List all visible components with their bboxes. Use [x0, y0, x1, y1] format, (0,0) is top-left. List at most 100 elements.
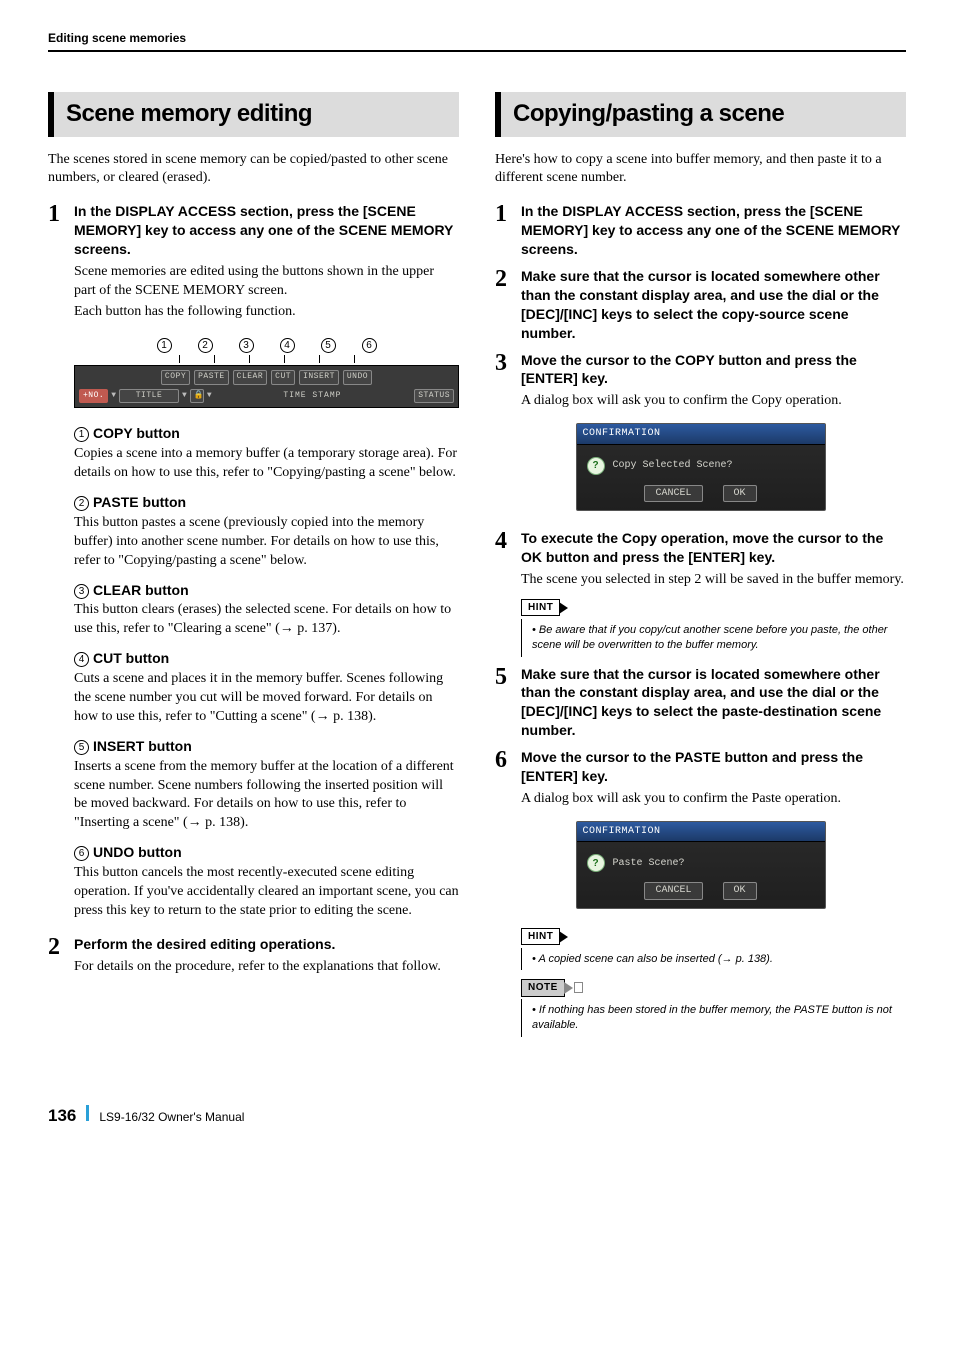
dialog-title: CONFIRMATION — [577, 822, 825, 843]
right-step-2: 2 Make sure that the cursor is located s… — [495, 267, 906, 343]
header-title: Editing scene memories — [48, 31, 186, 45]
step-number: 1 — [495, 202, 521, 259]
ref-num: 1 — [74, 427, 89, 442]
page-number: 136 — [48, 1105, 76, 1128]
insert-button[interactable]: INSERT — [299, 370, 339, 385]
ref-num: 2 — [74, 496, 89, 511]
btn-paste-block: 2 PASTE button This button pastes a scene… — [74, 493, 459, 571]
btn-name: UNDO button — [93, 844, 182, 860]
undo-button[interactable]: UNDO — [343, 370, 372, 385]
step-number: 5 — [495, 665, 521, 741]
step-desc: Scene memories are edited using the butt… — [74, 263, 459, 301]
right-column: Copying/pasting a scene Here's how to co… — [495, 92, 906, 1045]
step-number: 1 — [48, 202, 74, 321]
btn-name: INSERT button — [93, 738, 192, 754]
timestamp-header[interactable]: TIME STAMP — [213, 391, 413, 402]
btn-desc: Cuts a scene and places it in the memory… — [74, 670, 459, 727]
right-step-6: 6 Move the cursor to the PASTE button an… — [495, 748, 906, 809]
sort-arrow-icon[interactable]: ▼ — [181, 391, 188, 402]
question-icon: ? — [587, 457, 605, 475]
hint-2: HINT A copied scene can also be inserted… — [521, 927, 906, 971]
right-step-5: 5 Make sure that the cursor is located s… — [495, 665, 906, 741]
left-intro: The scenes stored in scene memory can be… — [48, 151, 459, 189]
note-flag-icon — [574, 982, 583, 993]
dialog-message: Paste Scene? — [613, 857, 685, 871]
step-head: Make sure that the cursor is located som… — [521, 665, 906, 741]
btn-undo-block: 6 UNDO button This button cancels the mos… — [74, 843, 459, 921]
btn-insert-block: 5 INSERT button Inserts a scene from the … — [74, 737, 459, 833]
sort-arrow-icon[interactable]: ▼ — [206, 391, 213, 402]
ok-button[interactable]: OK — [723, 882, 757, 900]
step-head: To execute the Copy operation, move the … — [521, 529, 906, 567]
btn-desc: Copies a scene into a memory buffer (a t… — [74, 445, 459, 483]
right-step-3: 3 Move the cursor to the COPY button and… — [495, 351, 906, 412]
step-number: 6 — [495, 748, 521, 809]
step-desc: For details on the procedure, refer to t… — [74, 958, 459, 977]
note-tag: NOTE — [521, 979, 565, 997]
step-head: Move the cursor to the COPY button and p… — [521, 351, 906, 389]
cancel-button[interactable]: CANCEL — [644, 882, 702, 900]
btn-desc: This button pastes a scene (previously c… — [74, 514, 459, 571]
step-head: In the DISPLAY ACCESS section, press the… — [521, 202, 906, 259]
sort-arrow-icon[interactable]: ▼ — [110, 391, 117, 402]
step-desc: A dialog box will ask you to confirm the… — [521, 392, 906, 411]
step-head: In the DISPLAY ACCESS section, press the… — [74, 202, 459, 259]
page-footer: 136 LS9-16/32 Owner's Manual — [48, 1105, 906, 1128]
step-head: Perform the desired editing operations. — [74, 935, 459, 954]
callout-5: 5 — [321, 338, 336, 353]
callout-6: 6 — [362, 338, 377, 353]
step-head: Make sure that the cursor is located som… — [521, 267, 906, 343]
btn-desc: Inserts a scene from the memory buffer a… — [74, 758, 459, 834]
clear-button[interactable]: CLEAR — [233, 370, 268, 385]
note-text: If nothing has been stored in the buffer… — [532, 1003, 906, 1033]
no-tag: +NO. — [79, 389, 108, 404]
hint-text: Be aware that if you copy/cut another sc… — [532, 623, 906, 653]
callout-4: 4 — [280, 338, 295, 353]
copy-button[interactable]: COPY — [161, 370, 190, 385]
ref-num: 4 — [74, 652, 89, 667]
lock-icon[interactable]: 🔒 — [190, 389, 204, 404]
manual-title: LS9-16/32 Owner's Manual — [99, 1109, 244, 1125]
confirmation-dialog: CONFIRMATION ? Paste Scene? CANCEL OK — [576, 821, 826, 909]
btn-copy-block: 1COPY button Copies a scene into a memor… — [74, 424, 459, 483]
ui-bar: COPY PASTE CLEAR CUT INSERT UNDO +NO. ▼ … — [74, 365, 459, 409]
confirmation-dialog: CONFIRMATION ? Copy Selected Scene? CANC… — [576, 423, 826, 511]
content-columns: Scene memory editing The scenes stored i… — [48, 92, 906, 1045]
hint-tag: HINT — [521, 599, 560, 617]
step-desc: The scene you selected in step 2 will be… — [521, 571, 906, 590]
step-number: 2 — [495, 267, 521, 343]
dialog-message: Copy Selected Scene? — [613, 459, 733, 473]
left-step-1: 1 In the DISPLAY ACCESS section, press t… — [48, 202, 459, 321]
hint-1: HINT Be aware that if you copy/cut anoth… — [521, 598, 906, 657]
left-column: Scene memory editing The scenes stored i… — [48, 92, 459, 1045]
right-step-4: 4 To execute the Copy operation, move th… — [495, 529, 906, 590]
footer-divider-icon — [86, 1105, 89, 1121]
cancel-button[interactable]: CANCEL — [644, 485, 702, 503]
step-number: 2 — [48, 935, 74, 977]
ref-num: 3 — [74, 584, 89, 599]
section-title-left: Scene memory editing — [48, 92, 459, 136]
callout-1: 1 — [157, 338, 172, 353]
dialog-title: CONFIRMATION — [577, 424, 825, 445]
step-desc: A dialog box will ask you to confirm the… — [521, 790, 906, 809]
status-header[interactable]: STATUS — [414, 389, 454, 404]
paste-confirmation-dialog-figure: CONFIRMATION ? Paste Scene? CANCEL OK — [495, 821, 906, 909]
ref-num: 5 — [74, 740, 89, 755]
btn-name: CUT button — [93, 650, 169, 666]
btn-cut-block: 4 CUT button Cuts a scene and places it i… — [74, 649, 459, 727]
cut-button[interactable]: CUT — [271, 370, 295, 385]
question-icon: ? — [587, 854, 605, 872]
callout-2: 2 — [198, 338, 213, 353]
left-step-2: 2 Perform the desired editing operations… — [48, 935, 459, 977]
btn-name: CLEAR button — [93, 582, 189, 598]
step-head: Move the cursor to the PASTE button and … — [521, 748, 906, 786]
step-desc-2: Each button has the following function. — [74, 303, 459, 322]
btn-desc: This button cancels the most recently-ex… — [74, 864, 459, 921]
step-number: 4 — [495, 529, 521, 590]
paste-button[interactable]: PASTE — [194, 370, 229, 385]
title-header[interactable]: TITLE — [119, 389, 179, 404]
ok-button[interactable]: OK — [723, 485, 757, 503]
ref-num: 6 — [74, 846, 89, 861]
btn-name: PASTE button — [93, 494, 186, 510]
right-step-1: 1 In the DISPLAY ACCESS section, press t… — [495, 202, 906, 259]
